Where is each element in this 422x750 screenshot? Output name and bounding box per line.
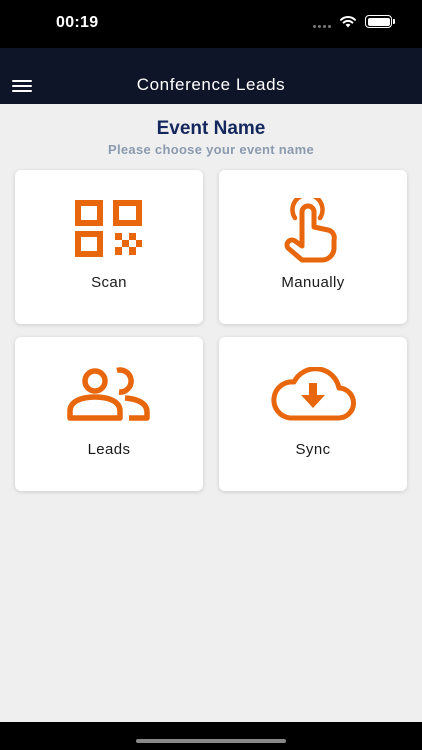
signal-icon — [313, 16, 331, 28]
nav-bar: Conference Leads — [0, 48, 422, 104]
sync-tile[interactable]: Sync — [219, 337, 407, 491]
nav-title: Conference Leads — [136, 75, 286, 94]
status-bar: 00:19 — [0, 0, 422, 48]
battery-icon — [365, 15, 395, 28]
event-name-subtitle: Please choose your event name — [108, 142, 314, 157]
home-indicator-area — [0, 722, 422, 750]
main-content: Event Name Please choose your event name… — [0, 104, 422, 722]
sync-label: Sync — [295, 441, 331, 458]
scan-tile[interactable]: Scan — [15, 170, 203, 324]
scan-label: Scan — [91, 274, 127, 291]
people-icon — [67, 367, 150, 421]
home-indicator[interactable] — [136, 739, 286, 743]
event-name-title[interactable]: Event Name — [0, 118, 422, 140]
cloud-download-icon — [271, 367, 356, 421]
status-time: 00:19 — [56, 14, 99, 31]
leads-tile[interactable]: Leads — [15, 337, 203, 491]
status-icons — [313, 15, 395, 28]
manually-label: Manually — [281, 274, 345, 291]
tap-hand-icon — [284, 198, 337, 263]
manually-tile[interactable]: Manually — [219, 170, 407, 324]
leads-label: Leads — [87, 441, 131, 458]
qr-code-icon — [75, 200, 142, 257]
wifi-icon — [340, 15, 356, 28]
